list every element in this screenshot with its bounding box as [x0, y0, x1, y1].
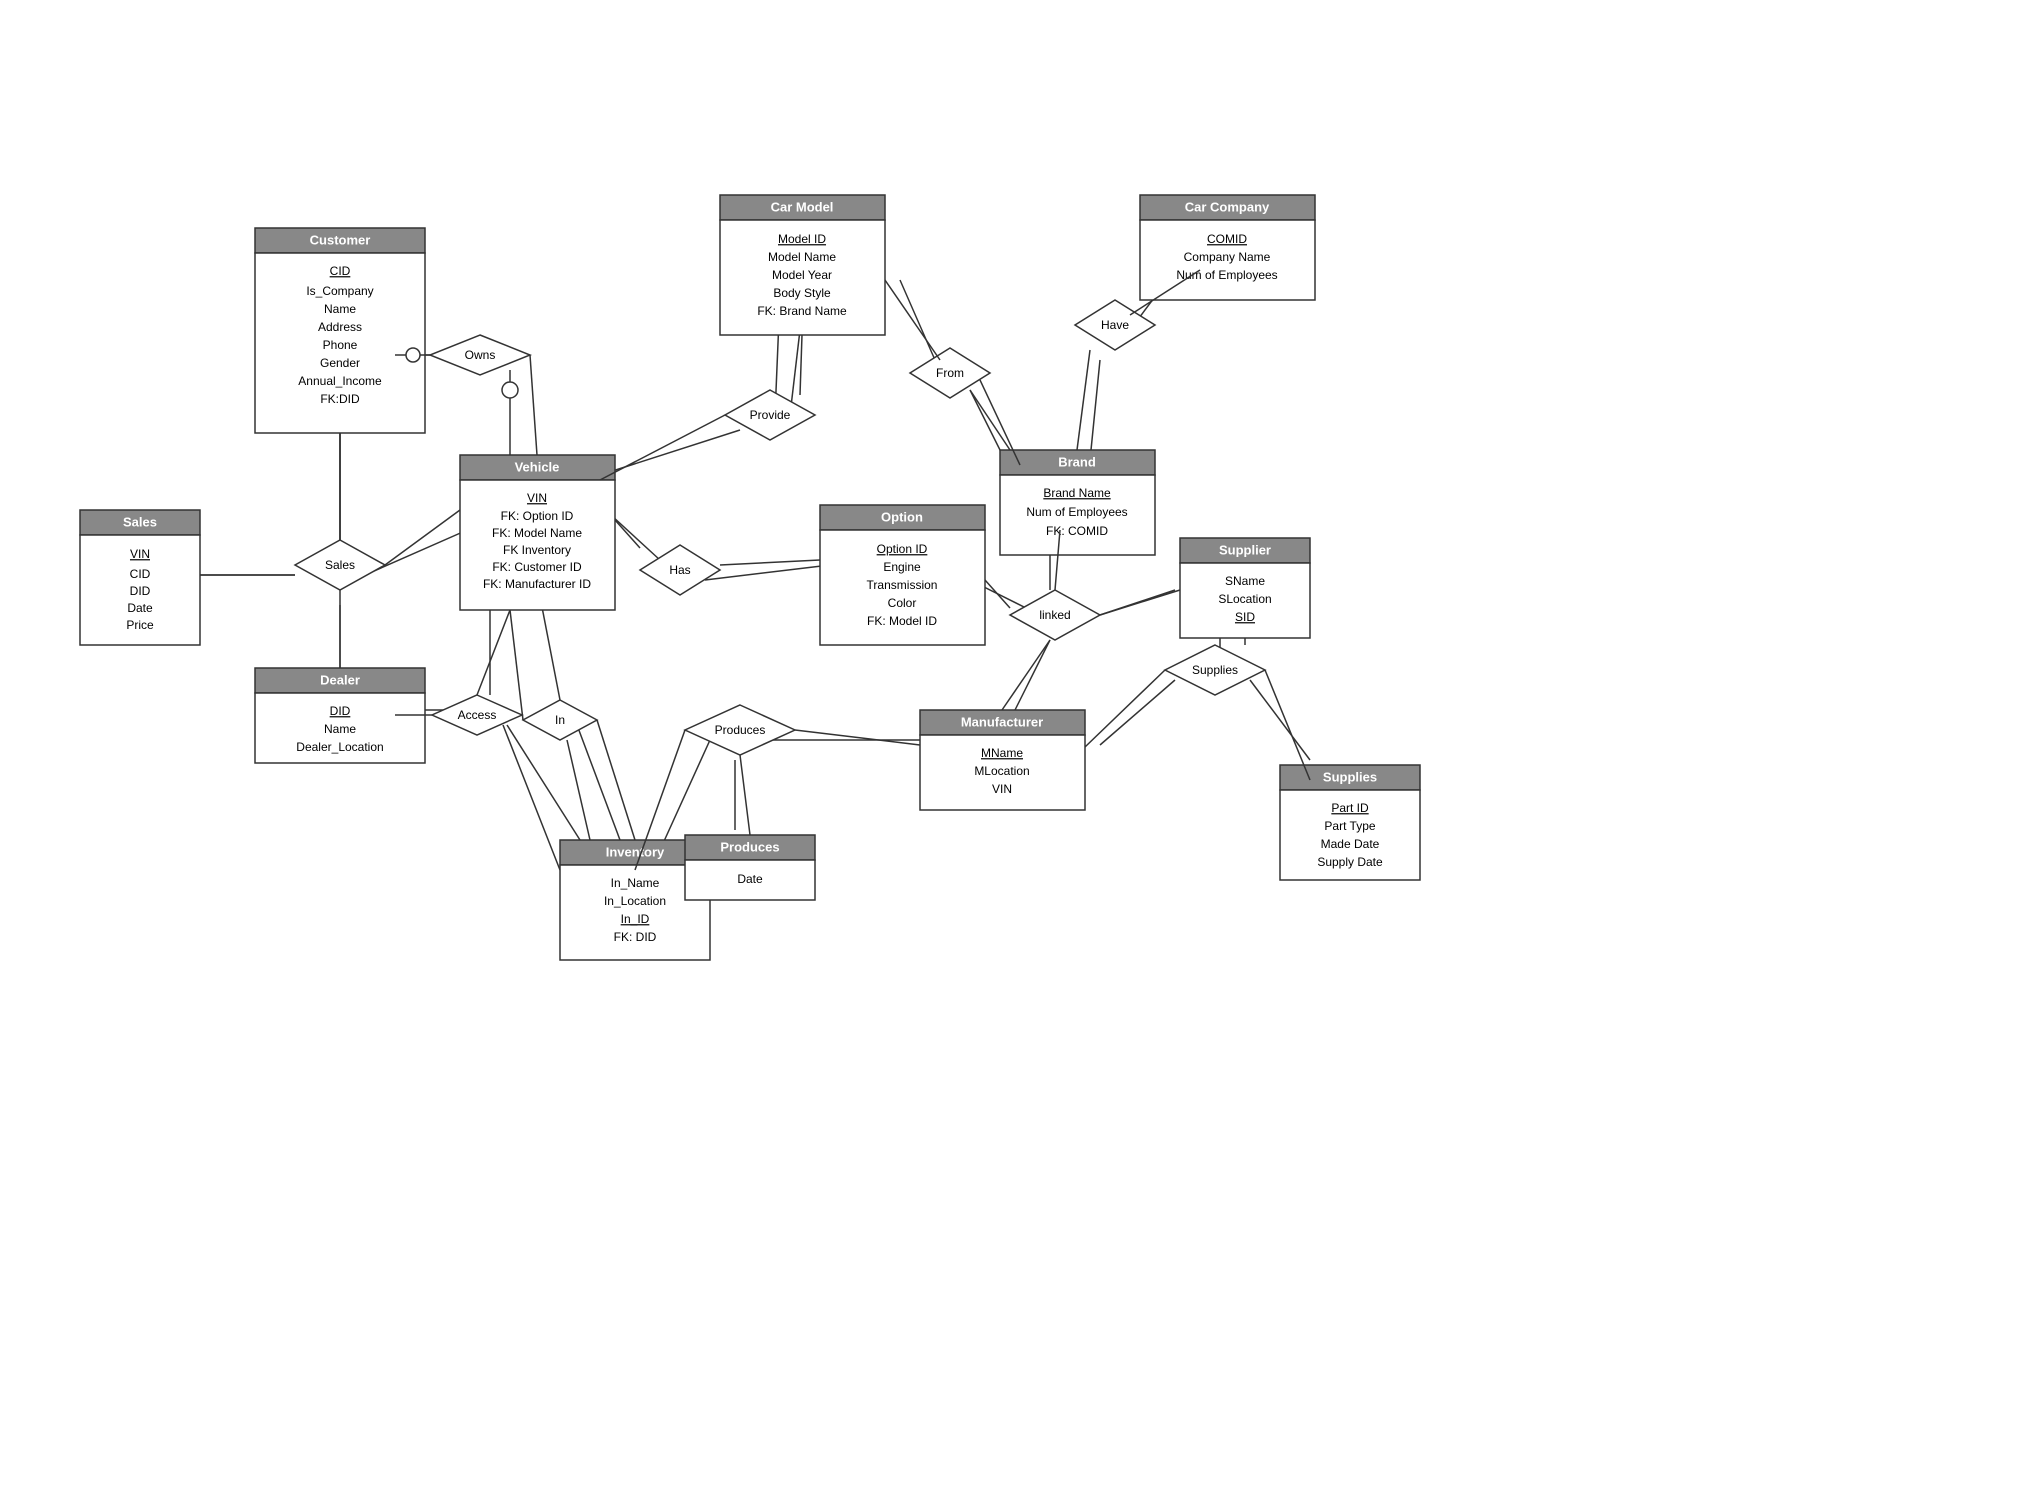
from-diamond: From — [910, 348, 990, 398]
customer-attr3: Address — [318, 320, 362, 334]
brand-title: Brand — [1058, 454, 1096, 469]
inventory-title: Inventory — [606, 844, 665, 859]
sales-entity: Sales VIN CID DID Date Price — [80, 510, 200, 645]
supplier-title: Supplier — [1219, 542, 1271, 557]
vehicle-attr2: FK: Model Name — [492, 526, 582, 540]
access-label: Access — [458, 708, 497, 722]
produces-diamond: Produces — [685, 705, 795, 755]
manufacturer-attr1: MLocation — [974, 764, 1029, 778]
car-model-attr1: Model Name — [768, 250, 836, 264]
dealer-attr2: Dealer_Location — [296, 740, 383, 754]
access-diamond: Access — [432, 695, 522, 735]
owns-label: Owns — [465, 348, 496, 362]
vehicle-attr4: FK: Customer ID — [492, 560, 582, 574]
supplies-diamond-label: Supplies — [1192, 663, 1238, 677]
vehicle-attr3: FK Inventory — [503, 543, 571, 557]
inventory-attr2: In_Location — [604, 894, 666, 908]
produces-table-entity: Produces Date — [685, 835, 815, 900]
supplies-table-entity: Supplies Part ID Part Type Made Date Sup… — [1280, 765, 1420, 880]
customer-entity: Customer CID Is_Company Name Address Pho… — [255, 228, 425, 433]
inventory-pk: In_ID — [621, 912, 650, 926]
customer-attr1: Is_Company — [306, 284, 373, 298]
in-diamond: In — [523, 700, 597, 740]
customer-attr7: FK:DID — [320, 392, 360, 406]
inventory-attr3: FK: DID — [614, 930, 657, 944]
manufacturer-attr2: VIN — [992, 782, 1012, 796]
sales-diamond: Sales — [295, 540, 385, 590]
vehicle-title: Vehicle — [515, 459, 560, 474]
dealer-attr1: Name — [324, 722, 356, 736]
car-model-title: Car Model — [771, 199, 834, 214]
supplies-table-attr1: Part Type — [1324, 819, 1375, 833]
manufacturer-entity: Manufacturer MName MLocation VIN — [920, 710, 1085, 810]
from-label: From — [936, 366, 964, 380]
brand-pk: Brand Name — [1043, 486, 1111, 500]
sales-attr-price: Price — [126, 618, 154, 632]
sales-diamond-label: Sales — [325, 558, 355, 572]
manufacturer-title: Manufacturer — [961, 714, 1043, 729]
supplies-table-title: Supplies — [1323, 769, 1377, 784]
dealer-pk: DID — [330, 704, 351, 718]
car-model-attr4: FK: Brand Name — [757, 304, 847, 318]
er-diagram: Sales VIN CID DID Date Price Customer CI… — [0, 0, 2018, 1487]
brand-attr1: Num of Employees — [1026, 505, 1127, 519]
supplies-table-attr3: Supply Date — [1317, 855, 1383, 869]
supplies-table-attr2: Made Date — [1321, 837, 1380, 851]
option-attr4: FK: Model ID — [867, 614, 937, 628]
option-entity: Option Option ID Engine Transmission Col… — [820, 505, 985, 645]
option-attr1: Engine — [883, 560, 921, 574]
brand-entity: Brand Brand Name Num of Employees FK: CO… — [1000, 450, 1155, 555]
car-company-title: Car Company — [1185, 199, 1270, 214]
supplier-attr1: SName — [1225, 574, 1265, 588]
car-model-pk: Model ID — [778, 232, 826, 246]
option-attr2: Transmission — [867, 578, 938, 592]
car-model-attr2: Model Year — [772, 268, 832, 282]
supplies-table-pk: Part ID — [1331, 801, 1369, 815]
option-title: Option — [881, 509, 923, 524]
car-company-entity: Car Company COMID Company Name Num of Em… — [1140, 195, 1315, 300]
produces-table-title: Produces — [720, 839, 779, 854]
sales-pk: VIN — [130, 547, 150, 561]
supplier-entity: Supplier SName SLocation SID — [1180, 538, 1310, 638]
car-company-attr1: Company Name — [1184, 250, 1271, 264]
car-company-pk: COMID — [1207, 232, 1247, 246]
inventory-attr1: In_Name — [611, 876, 660, 890]
provide-label: Provide — [750, 408, 791, 422]
sales-attr-cid: CID — [130, 567, 151, 581]
sales-attr-date: Date — [127, 601, 153, 615]
supplier-pk: SID — [1235, 610, 1255, 624]
supplier-attr2: SLocation — [1218, 592, 1271, 606]
sales-attr-did: DID — [130, 584, 151, 598]
supplies-diamond: Supplies — [1165, 645, 1265, 695]
customer-attr4: Phone — [323, 338, 358, 352]
customer-pk: CID — [330, 264, 351, 278]
customer-title: Customer — [310, 232, 371, 247]
car-model-entity: Car Model Model ID Model Name Model Year… — [720, 195, 885, 335]
vehicle-attr5: FK: Manufacturer ID — [483, 577, 591, 591]
customer-attr2: Name — [324, 302, 356, 316]
customer-attr5: Gender — [320, 356, 360, 370]
produces-table-attr1: Date — [737, 872, 763, 886]
sales-title: Sales — [123, 514, 157, 529]
has-label: Has — [669, 563, 690, 577]
have-label: Have — [1101, 318, 1129, 332]
owns-diamond: Owns — [430, 335, 530, 375]
vehicle-entity: Vehicle VIN FK: Option ID FK: Model Name… — [460, 455, 615, 610]
option-attr3: Color — [888, 596, 917, 610]
dealer-title: Dealer — [320, 672, 360, 687]
customer-attr6: Annual_Income — [298, 374, 382, 388]
linked-label: linked — [1039, 608, 1070, 622]
manufacturer-pk: MName — [981, 746, 1023, 760]
brand-attr2: FK: COMID — [1046, 524, 1108, 538]
option-pk: Option ID — [877, 542, 928, 556]
car-model-attr3: Body Style — [773, 286, 831, 300]
vehicle-attr1: FK: Option ID — [501, 509, 574, 523]
vehicle-pk: VIN — [527, 491, 547, 505]
in-label: In — [555, 713, 565, 727]
produces-label: Produces — [715, 723, 766, 737]
linked-diamond: linked — [1010, 590, 1100, 640]
provide-diamond: Provide — [725, 390, 815, 440]
